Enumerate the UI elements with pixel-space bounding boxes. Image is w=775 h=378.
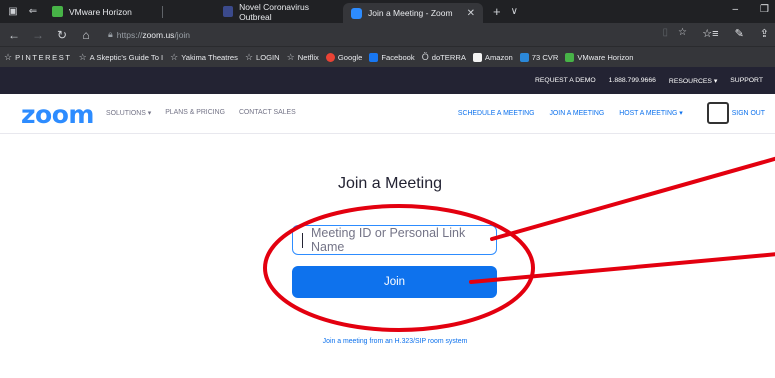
tab-vmware-horizon[interactable]: VMware Horizon [44, 0, 162, 23]
url-prefix: https:// [116, 29, 143, 40]
share-icon[interactable]: ⇪ [760, 27, 769, 40]
forward-icon[interactable]: → [28, 28, 48, 42]
tab-zoom-join[interactable]: Join a Meeting - Zoom ✕ [343, 3, 483, 23]
home-icon[interactable]: ⌂ [76, 28, 96, 42]
sign-out-link[interactable]: SIGN OUT [732, 110, 765, 117]
join-meeting-link[interactable]: JOIN A MEETING [549, 110, 604, 117]
meeting-id-placeholder: Meeting ID or Personal Link Name [310, 226, 466, 254]
tab-label: VMware Horizon [69, 6, 132, 17]
schedule-meeting-link[interactable]: SCHEDULE A MEETING [458, 110, 535, 117]
doterra-icon: Ö [421, 52, 429, 62]
contact-sales-link[interactable]: CONTACT SALES [239, 109, 296, 117]
favorite-label: LOGIN [256, 52, 280, 62]
plans-pricing-link[interactable]: PLANS & PRICING [165, 109, 225, 117]
google-icon [325, 52, 335, 62]
text-caret [302, 232, 303, 248]
favorite-label: Facebook [381, 52, 415, 62]
favorite-73-cvr[interactable]: 73 CVR [519, 52, 559, 62]
reading-view-icon[interactable]: ▯ [663, 27, 669, 38]
zoom-favicon [351, 7, 362, 19]
favorite-skeptics-guide[interactable]: ☆ A Skeptic's Guide To I [79, 52, 164, 63]
favorite-google[interactable]: Google [325, 52, 363, 62]
vmware-icon [52, 6, 63, 17]
phone-number: 1.888.799.9666 [608, 77, 656, 84]
h323-sip-link[interactable]: Join a meeting from an H.323/SIP room sy… [300, 338, 490, 345]
tab-label: Novel Coronavirus Outbreal [239, 1, 309, 22]
favorite-label: Netflix [297, 52, 319, 62]
support-link[interactable]: SUPPORT [730, 77, 763, 84]
join-button[interactable]: Join [292, 266, 497, 298]
address-bar: ← → ↻ ⌂ 🔒︎ https://zoom.us/join ▯ ☆ ☆≡ ✎… [0, 23, 775, 46]
annotation-arrow-to-join [469, 252, 775, 284]
news-favicon [223, 6, 234, 17]
favorite-label: A Skeptic's Guide To I [89, 52, 164, 62]
star-icon: ☆ [244, 51, 254, 62]
favorite-vmware-horizon[interactable]: VMware Horizon [565, 52, 634, 62]
vmware-icon [565, 52, 575, 62]
favorite-facebook[interactable]: Facebook [369, 52, 415, 62]
pen-icon[interactable]: ✎ [735, 27, 744, 40]
tab-coronavirus[interactable]: Novel Coronavirus Outbreal [215, 0, 343, 23]
favorite-label: 73 CVR [531, 52, 559, 62]
annotation-arrow-to-input [490, 156, 775, 241]
favorite-pinterest[interactable]: ☆ PINTEREST [4, 52, 72, 63]
star-icon: ☆ [4, 51, 13, 62]
favorites-bar: ☆ PINTEREST ☆ A Skeptic's Guide To I ☆ Y… [0, 46, 775, 67]
tab-actions-icon[interactable]: ▣ [6, 5, 20, 19]
zoom-logo[interactable]: zoom [21, 100, 94, 129]
star-icon: ☆ [170, 51, 179, 62]
request-demo-link[interactable]: REQUEST A DEMO [535, 77, 596, 84]
amazon-icon [472, 52, 482, 62]
favorite-netflix[interactable]: ☆ Netflix [287, 52, 319, 63]
facebook-icon [369, 52, 379, 62]
favorite-label: PINTEREST [15, 52, 72, 62]
solutions-menu[interactable]: SOLUTIONS ▾ [106, 109, 151, 117]
favorite-label: doTERRA [431, 52, 466, 62]
back-tabs-icon[interactable]: ⇐ [26, 5, 40, 19]
new-tab-icon[interactable]: + [493, 4, 501, 19]
favorite-login[interactable]: ☆ LOGIN [245, 52, 280, 63]
meeting-id-input[interactable]: Meeting ID or Personal Link Name [292, 225, 497, 255]
join-button-label: Join [383, 276, 406, 288]
refresh-icon[interactable]: ↻ [52, 28, 72, 42]
restore-icon[interactable]: ❐ [760, 4, 769, 15]
favorite-doterra[interactable]: Ö doTERRA [422, 52, 466, 62]
favorite-star-icon[interactable]: ☆ [678, 27, 687, 38]
favorite-yakima-theatres[interactable]: ☆ Yakima Theatres [170, 52, 238, 63]
zoom-main-nav: zoom SOLUTIONS ▾ PLANS & PRICING CONTACT… [0, 94, 775, 134]
favorite-label: VMware Horizon [577, 52, 634, 62]
zoom-utility-bar: REQUEST A DEMO 1.888.799.9666 RESOURCES … [0, 67, 775, 94]
url-path: /join [174, 29, 191, 40]
star-icon: ☆ [78, 51, 87, 62]
favorite-label: Google [337, 52, 363, 62]
page-title: Join a Meeting [337, 175, 443, 192]
tab-separator [162, 5, 163, 18]
url-host: zoom.us [142, 29, 175, 40]
host-meeting-menu[interactable]: HOST A MEETING ▾ [619, 109, 682, 117]
lock-icon: 🔒︎ [108, 29, 113, 39]
tab-label: Join a Meeting - Zoom [368, 8, 453, 18]
url-field[interactable]: 🔒︎ https://zoom.us/join [108, 26, 698, 43]
close-tab-icon[interactable]: ✕ [467, 8, 475, 19]
favorite-label: Amazon [484, 52, 513, 62]
back-icon[interactable]: ← [4, 28, 24, 42]
favorites-icon[interactable]: ☆≡ [702, 27, 718, 40]
minimize-icon[interactable]: – [732, 4, 738, 15]
favorite-amazon[interactable]: Amazon [472, 52, 513, 62]
avatar[interactable] [707, 102, 729, 124]
resources-menu[interactable]: RESOURCES ▾ [669, 77, 717, 85]
favorite-label: Yakima Theatres [181, 52, 238, 62]
chevron-down-icon[interactable]: ∨ [511, 6, 518, 17]
cvr-icon [519, 52, 529, 62]
browser-tab-strip: ▣ ⇐ VMware Horizon Novel Coronavirus Out… [0, 0, 775, 23]
star-icon: ☆ [286, 51, 295, 62]
